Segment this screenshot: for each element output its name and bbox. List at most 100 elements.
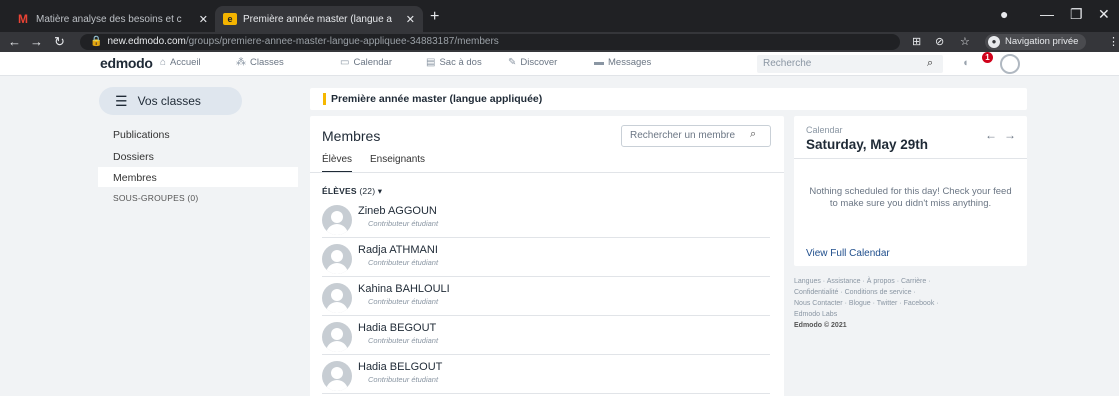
app-top-nav: edmodo ⌂ Accueil ⁂ Classes ▭ Calendar ▤ Sac … (0, 52, 1119, 76)
profile-dot-icon[interactable]: ● (1000, 6, 1008, 22)
nav-classes[interactable]: ⁂ Classes (236, 57, 284, 68)
nav-accueil[interactable]: ⌂ Accueil (160, 57, 201, 68)
sidebar-link-publications[interactable]: Publications (113, 129, 170, 141)
global-search-input[interactable]: Recherche (757, 55, 943, 73)
member-avatar (322, 205, 352, 235)
gmail-icon: M (18, 12, 28, 26)
backpack-icon: ▤ (426, 57, 436, 68)
browser-tab-strip: M Matière analyse des besoins et c ✕ e P… (0, 0, 1119, 32)
close-tab-icon[interactable]: ✕ (199, 13, 208, 26)
group-title[interactable]: Première année master (langue appliquée) (331, 93, 542, 105)
member-name[interactable]: Hadia BELGOUT (358, 361, 442, 373)
footer-copyright: Edmodo © 2021 (794, 322, 847, 329)
notification-badge: 1 (982, 52, 993, 63)
close-tab-icon[interactable]: ✕ (406, 13, 415, 26)
footer-line[interactable]: Confidentialité · Conditions de service … (794, 287, 1027, 298)
member-role: Contributeur étudiant (368, 258, 439, 267)
prev-day-icon[interactable]: ← (985, 128, 997, 142)
calendar-empty-message: Nothing scheduled for this day! Check yo… (809, 186, 1012, 209)
nav-messages[interactable]: ▬ Messages (594, 57, 651, 68)
calendar-divider (794, 158, 1027, 159)
view-full-calendar-link[interactable]: View Full Calendar (806, 248, 890, 259)
calendar-label: Calendar (806, 125, 843, 135)
footer-line[interactable]: Langues · Assistance · À propos · Carriè… (794, 276, 1027, 287)
nav-sac-a-dos[interactable]: ▤ Sac à dos (426, 57, 482, 68)
sidebar-subgroups[interactable]: SOUS-GROUPES (0) (113, 193, 198, 203)
user-avatar[interactable] (1000, 54, 1020, 74)
forward-icon[interactable]: → (30, 34, 43, 49)
calendar-icon: ▭ (340, 57, 350, 68)
footer-line[interactable]: Edmodo Labs (794, 309, 1027, 320)
member-role: Contributeur étudiant (368, 219, 439, 228)
tab-eleves[interactable]: Élèves (322, 154, 353, 173)
nav-discover[interactable]: ✎ Discover (508, 57, 557, 68)
lock-icon: 🔒 (90, 36, 103, 47)
edmodo-logo[interactable]: edmodo (100, 55, 153, 71)
group-accent-bar (323, 93, 326, 105)
translate-icon[interactable]: ⊞ (912, 35, 921, 48)
new-tab-button[interactable]: + (430, 8, 439, 26)
vos-classes-label: Vos classes (137, 94, 201, 108)
eleves-section-toggle[interactable]: ÉLÈVES (22) ▾ (322, 186, 382, 197)
footer-line[interactable]: Nous Contacter · Blogue · Twitter · Face… (794, 298, 1027, 309)
nav-label: Classes (250, 57, 284, 68)
section-label: ÉLÈVES (322, 186, 357, 196)
classes-icon: ⁂ (236, 57, 246, 68)
back-icon[interactable]: ← (8, 34, 21, 49)
members-heading: Membres (322, 128, 381, 144)
member-role: Contributeur étudiant (368, 375, 439, 384)
reload-icon[interactable]: ↻ (54, 34, 65, 50)
url-path: /groups/premiere-annee-master-langue-app… (185, 36, 499, 47)
member-row[interactable]: Hadia BELGOUT Contributeur étudiant (322, 356, 770, 394)
calendar-panel: Calendar Saturday, May 29th ← → Nothing … (794, 116, 1027, 266)
member-avatar (322, 322, 352, 352)
search-icon[interactable]: ⌕ (927, 57, 933, 70)
tab-enseignants[interactable]: Enseignants (370, 154, 425, 165)
member-name[interactable]: Zineb AGGOUN (358, 205, 437, 217)
tab-title: Matière analyse des besoins et c (36, 13, 182, 25)
next-day-icon[interactable]: → (1004, 128, 1016, 142)
close-window-icon[interactable]: ✕ (1098, 6, 1110, 23)
minimize-icon[interactable]: — (1040, 6, 1054, 22)
nav-calendar[interactable]: ▭ Calendar (340, 57, 392, 68)
calendar-date: Saturday, May 29th (806, 137, 929, 152)
member-avatar (322, 283, 352, 313)
member-name[interactable]: Radja ATHMANI (358, 244, 438, 256)
incognito-icon: ● (988, 36, 1000, 48)
member-row[interactable]: Kahina BAHLOULI Contributeur étudiant (322, 278, 770, 316)
star-icon[interactable]: ☆ (960, 35, 970, 48)
tracking-icon[interactable]: ⊘ (935, 35, 944, 48)
search-icon[interactable]: ⌕ (750, 128, 756, 141)
browser-tab-edmodo[interactable]: e Première année master (langue a ✕ (215, 6, 423, 32)
incognito-indicator[interactable]: ● Navigation privée (985, 34, 1087, 50)
address-bar: ← → ↻ 🔒 new.edmodo.com/groups/premiere-an… (0, 32, 1119, 52)
maximize-icon[interactable]: ❐ (1070, 6, 1083, 23)
members-panel: Membres Rechercher un membre ⌕ Élèves En… (310, 116, 784, 396)
footer-links: Langues · Assistance · À propos · Carriè… (794, 276, 1027, 331)
menu-kebab-icon[interactable]: ⋮ (1108, 35, 1119, 48)
nav-label: Accueil (170, 57, 201, 68)
group-title-bar: Première année master (langue appliquée) (310, 88, 1027, 110)
member-name[interactable]: Kahina BAHLOULI (358, 283, 450, 295)
member-name[interactable]: Hadia BEGOUT (358, 322, 436, 334)
url-host: new.edmodo.com (107, 36, 186, 47)
member-row[interactable]: Radja ATHMANI Contributeur étudiant (322, 239, 770, 277)
member-role: Contributeur étudiant (368, 336, 439, 345)
member-avatar (322, 244, 352, 274)
browser-tab-gmail[interactable]: M Matière analyse des besoins et c ✕ (8, 6, 216, 32)
member-row[interactable]: Zineb AGGOUN Contributeur étudiant (322, 200, 770, 238)
notifications-icon[interactable]: ◖ (962, 57, 978, 71)
hamburger-menu-icon: ☰ (115, 92, 128, 109)
sidebar-link-dossiers[interactable]: Dossiers (113, 151, 154, 163)
nav-label: Messages (608, 57, 652, 68)
vos-classes-button[interactable]: ☰ Vos classes (99, 87, 242, 115)
nav-label: Sac à dos (439, 57, 482, 68)
section-count: (22) (359, 186, 376, 196)
member-row[interactable]: Hadia BEGOUT Contributeur étudiant (322, 317, 770, 355)
member-avatar (322, 361, 352, 391)
nav-label: Calendar (353, 57, 393, 68)
member-search-input[interactable]: Rechercher un membre (621, 125, 771, 147)
url-input[interactable]: 🔒 new.edmodo.com/groups/premiere-annee-ma… (80, 34, 900, 50)
sidebar-link-membres[interactable]: Membres (113, 172, 157, 184)
home-icon: ⌂ (160, 57, 167, 68)
